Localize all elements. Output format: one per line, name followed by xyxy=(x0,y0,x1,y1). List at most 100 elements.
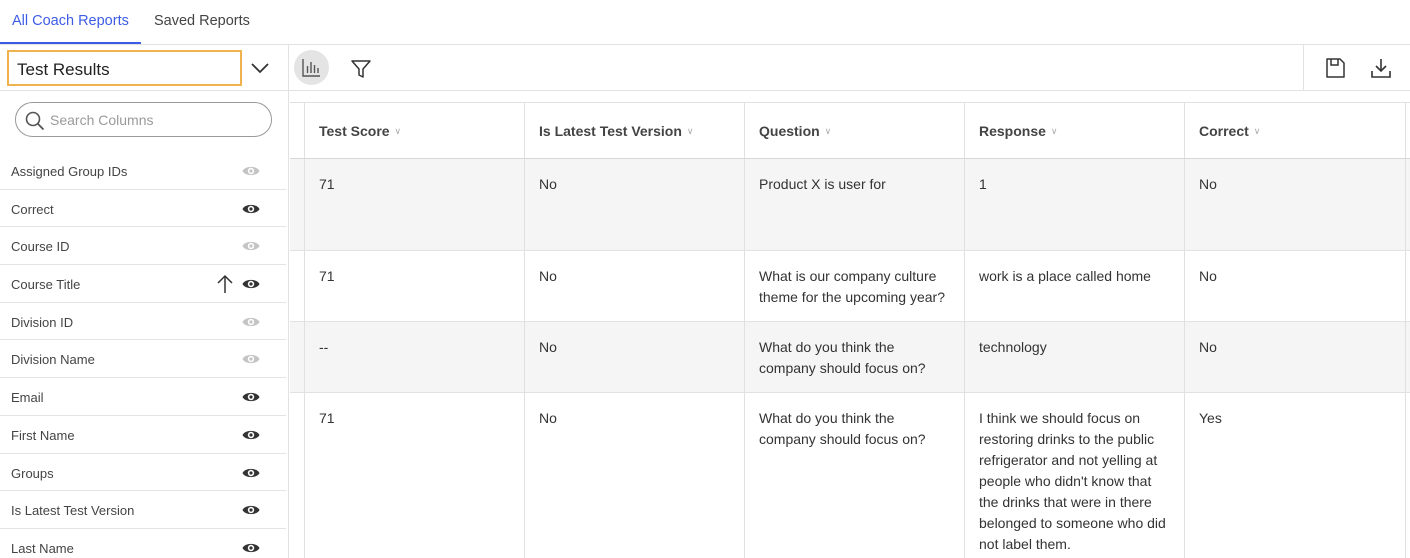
table-header-cell[interactable]: Correct ∨ xyxy=(1185,103,1406,158)
cell-text: No xyxy=(1199,268,1217,284)
results-table: Test Score ∨ Is Latest Test Version ∨ Questi… xyxy=(290,91,1410,558)
table-header-cell[interactable]: Test Score ∨ xyxy=(305,103,525,158)
column-item[interactable]: Course Title xyxy=(0,265,286,303)
column-item[interactable]: Groups xyxy=(0,454,286,492)
cell-text: No xyxy=(539,176,557,192)
tab-saved-reports[interactable]: Saved Reports xyxy=(154,13,250,29)
table-row[interactable]: -- No What do you think the company should… xyxy=(290,322,1410,393)
row-stub xyxy=(290,393,305,558)
sort-caret-icon[interactable]: ∨ xyxy=(395,126,402,137)
eye-hidden-icon[interactable] xyxy=(242,239,260,253)
report-type-value: Test Results xyxy=(17,60,110,79)
table-cell: No xyxy=(1185,159,1406,250)
table-header-cell[interactable]: Is Latest Test Version ∨ xyxy=(525,103,745,158)
column-list: Assigned Group IDs Correct Course ID Course… xyxy=(0,152,286,558)
table-cell: Product X is user for xyxy=(745,159,965,250)
column-header-text: Question xyxy=(759,123,820,139)
eye-hidden-icon[interactable] xyxy=(242,352,260,366)
active-tab-indicator xyxy=(0,42,141,44)
column-item[interactable]: Email xyxy=(0,378,286,416)
column-item[interactable]: Correct xyxy=(0,190,286,228)
filter-icon[interactable] xyxy=(350,58,372,80)
row-stub xyxy=(290,322,305,392)
eye-icon[interactable] xyxy=(242,503,260,517)
table-cell: 71 xyxy=(305,251,525,321)
tab-all-coach-reports[interactable]: All Coach Reports xyxy=(12,13,129,29)
table-cell: -- xyxy=(305,322,525,392)
column-header-label: Question ∨ xyxy=(759,123,831,139)
cell-text: 71 xyxy=(319,410,335,426)
table-cell: No xyxy=(525,159,745,250)
table-header-row: Test Score ∨ Is Latest Test Version ∨ Questi… xyxy=(290,102,1410,159)
report-tabs: All Coach Reports Saved Reports xyxy=(0,0,1410,45)
column-item[interactable]: Is Latest Test Version xyxy=(0,491,286,529)
table-cell: What is our company culture theme for th… xyxy=(745,251,965,321)
save-icon[interactable] xyxy=(1324,57,1346,79)
sort-ascending-icon[interactable] xyxy=(216,274,234,294)
sort-caret-icon[interactable]: ∨ xyxy=(825,126,832,137)
column-item[interactable]: Last Name xyxy=(0,529,286,558)
column-label: Division ID xyxy=(11,314,74,330)
column-label: Is Latest Test Version xyxy=(11,503,135,519)
column-item[interactable]: Assigned Group IDs xyxy=(0,152,286,190)
column-label: First Name xyxy=(11,427,75,443)
report-type-select[interactable]: Test Results xyxy=(7,50,242,86)
column-header-label: Response ∨ xyxy=(979,123,1058,139)
column-header-label: Test Score ∨ xyxy=(319,123,401,139)
table-cell: What do you think the company should foc… xyxy=(745,393,965,558)
eye-hidden-icon[interactable] xyxy=(242,164,260,178)
column-label: Last Name xyxy=(11,540,74,556)
cell-text: 1 xyxy=(979,176,987,192)
table-cell: 71 xyxy=(305,159,525,250)
table-row[interactable]: 71 No What is our company culture theme fo… xyxy=(290,251,1410,322)
table-cell: 71 xyxy=(305,393,525,558)
eye-icon[interactable] xyxy=(242,466,260,480)
sort-caret-icon[interactable]: ∨ xyxy=(1051,126,1058,137)
cell-text: Yes xyxy=(1199,410,1222,426)
eye-icon[interactable] xyxy=(242,390,260,404)
search-columns-input[interactable] xyxy=(50,109,260,131)
column-label: Groups xyxy=(11,465,54,481)
cell-text: -- xyxy=(319,339,329,355)
table-cell: No xyxy=(1185,322,1406,392)
table-cell: No xyxy=(525,251,745,321)
table-row[interactable]: 71 No Product X is user for 1 No xyxy=(290,159,1410,251)
column-label: Email xyxy=(11,390,44,406)
column-label: Division Name xyxy=(11,352,95,368)
column-header-label: Correct ∨ xyxy=(1199,123,1260,139)
cell-text: No xyxy=(1199,176,1217,192)
column-header-label: Is Latest Test Version ∨ xyxy=(539,123,694,139)
table-row[interactable]: 71 No What do you think the company should… xyxy=(290,393,1410,558)
column-header-text: Response xyxy=(979,123,1046,139)
table-header-stub xyxy=(290,103,305,158)
sort-caret-icon[interactable]: ∨ xyxy=(1254,126,1261,137)
cell-text: work is a place called home xyxy=(979,268,1151,284)
cell-text: What is our company culture theme for th… xyxy=(759,268,945,305)
eye-icon[interactable] xyxy=(242,277,260,291)
download-icon[interactable] xyxy=(1369,56,1393,80)
eye-icon[interactable] xyxy=(242,541,260,555)
eye-icon[interactable] xyxy=(242,202,260,216)
chart-view-button[interactable] xyxy=(294,50,329,85)
eye-icon[interactable] xyxy=(242,428,260,442)
toolbar-divider-right xyxy=(1303,45,1304,91)
table-cell: What do you think the company should foc… xyxy=(745,322,965,392)
column-header-text: Is Latest Test Version xyxy=(539,123,682,139)
table-header-cell[interactable]: Question ∨ xyxy=(745,103,965,158)
column-sidebar: Assigned Group IDs Correct Course ID Course… xyxy=(0,91,289,558)
chevron-down-icon[interactable] xyxy=(248,57,272,79)
cell-text: No xyxy=(539,268,557,284)
column-item[interactable]: Division ID xyxy=(0,303,286,341)
column-item[interactable]: Division Name xyxy=(0,340,286,379)
eye-hidden-icon[interactable] xyxy=(242,315,260,329)
cell-text: No xyxy=(539,410,557,426)
table-header-cell[interactable]: Response ∨ xyxy=(965,103,1185,158)
column-label: Correct xyxy=(11,201,54,217)
sort-caret-icon[interactable]: ∨ xyxy=(687,126,694,137)
column-item[interactable]: Course ID xyxy=(0,227,286,266)
column-header-text: Test Score xyxy=(319,123,390,139)
toolbar-divider xyxy=(288,45,289,91)
table-cell: No xyxy=(1185,251,1406,321)
column-item[interactable]: First Name xyxy=(0,416,286,454)
search-columns-box[interactable] xyxy=(15,102,272,137)
